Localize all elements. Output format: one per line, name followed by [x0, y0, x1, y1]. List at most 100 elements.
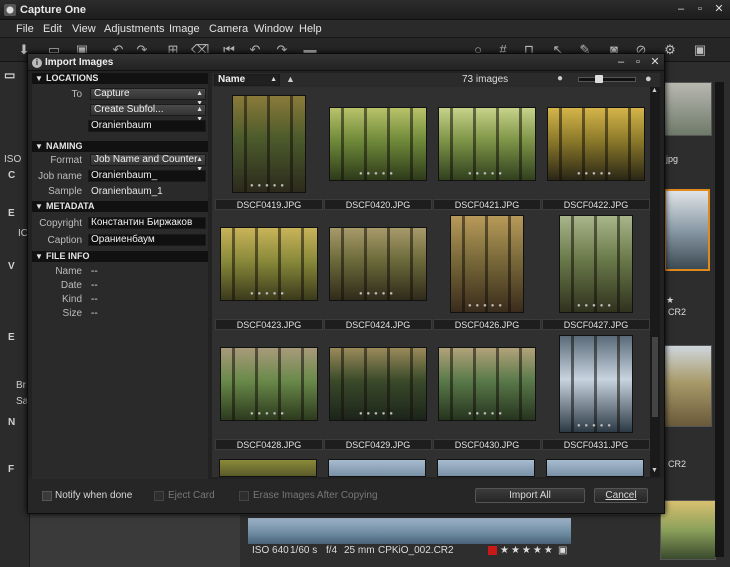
thumbnail-cell[interactable]: ●●●●● DSCF0426.JPG — [433, 211, 541, 331]
sort-select[interactable]: Name▲▼ — [214, 74, 280, 93]
thumbnail-cell[interactable]: ●●●●● DSCF0431.JPG — [542, 331, 650, 451]
rating-dots[interactable]: ●●●●● — [542, 423, 650, 429]
thumbnail-cell[interactable]: ●●●●● DSCF0424.JPG — [324, 211, 432, 331]
minimize-icon[interactable]: – — [674, 3, 688, 16]
copyright-field[interactable]: Константин Биржаков — [88, 217, 206, 229]
rating-dots[interactable]: ●●●●● — [324, 171, 432, 177]
sample-label: Sample — [48, 186, 82, 197]
thumbnail-cell[interactable]: ●●●●● DSCF0428.JPG — [215, 331, 323, 451]
menu-file[interactable]: File — [16, 23, 34, 35]
thumbnail-cell[interactable]: ●●●●● DSCF0422.JPG — [542, 91, 650, 211]
thumbnail-image[interactable] — [220, 347, 318, 421]
naming-format-select[interactable]: Job Name and Counter▲▼ — [90, 154, 206, 173]
color-tag[interactable] — [488, 546, 497, 555]
thumbnail-texture — [451, 216, 523, 312]
notify-checkbox[interactable] — [42, 491, 52, 501]
rating-dots[interactable]: ●●●●● — [433, 411, 541, 417]
thumbnail-cell[interactable]: ●●●●● DSCF0427.JPG — [542, 211, 650, 331]
rating-dots[interactable]: ●●●●● — [324, 411, 432, 417]
thumbnail-image[interactable] — [329, 227, 427, 301]
grid-scrollbar[interactable]: ▲ ▼ — [650, 87, 660, 477]
fileinfo-kind-value: -- — [91, 294, 98, 305]
erase-checkbox[interactable] — [239, 491, 249, 501]
filmstrip-thumb[interactable] — [664, 345, 712, 427]
thumbnail-image[interactable] — [438, 107, 536, 181]
info-icon[interactable]: ▣ — [558, 545, 567, 556]
thumbnail-image[interactable] — [450, 215, 524, 313]
bg-label-f: F — [8, 464, 15, 475]
rating-stars[interactable]: ★★★★★ — [500, 545, 555, 556]
rating-dots[interactable]: ●●●●● — [433, 171, 541, 177]
rating-dots[interactable]: ●●●●● — [215, 183, 323, 189]
menu-adjustments[interactable]: Adjustments — [104, 23, 165, 35]
thumbnail-cell[interactable]: ●●●●● DSCF0423.JPG — [215, 211, 323, 331]
thumbnail-image[interactable] — [329, 347, 427, 421]
menu-help[interactable]: Help — [299, 23, 322, 35]
jobname-label: Job name — [38, 171, 82, 182]
thumbnail-partial[interactable] — [546, 459, 644, 477]
camera-mode-icon[interactable]: ▣ — [692, 42, 708, 58]
bg-label-e2: E — [8, 332, 15, 343]
menu-camera[interactable]: Camera — [209, 23, 248, 35]
thumbnail-image[interactable] — [547, 107, 645, 181]
thumbnail-partial[interactable] — [437, 459, 535, 477]
library-folder-icon[interactable]: ▭ — [4, 68, 15, 82]
rating-dots[interactable]: ●●●●● — [215, 411, 323, 417]
section-metadata[interactable]: ▼ METADATA — [32, 201, 208, 212]
dialog-close-icon[interactable]: ✕ — [648, 56, 662, 69]
thumbnail-partial[interactable] — [219, 459, 317, 477]
user-small-icon: ● — [557, 73, 564, 84]
sort-direction-icon[interactable]: ▲ — [286, 74, 295, 84]
destination-select[interactable]: Capture▲▼ — [90, 88, 206, 107]
scrollbar-thumb[interactable] — [652, 337, 658, 417]
thumbnail-cell[interactable]: ●●●●● DSCF0429.JPG — [324, 331, 432, 451]
thumbnail-image[interactable] — [559, 335, 633, 433]
thumbnail-cell[interactable]: ●●●●● DSCF0430.JPG — [433, 331, 541, 451]
dialog-minimize-icon[interactable]: – — [614, 56, 628, 69]
eject-checkbox[interactable] — [154, 491, 164, 501]
section-locations[interactable]: ▼ LOCATIONS — [32, 73, 208, 84]
job-name-field[interactable]: Oranienbaum_ — [88, 170, 206, 182]
grid-header: Name▲▼ ▲ 73 images ● ● — [212, 73, 660, 93]
thumbnail-grid[interactable]: ●●●●● DSCF0419.JPG ●●●●● DSCF0420.JPG ●●●●● D… — [212, 87, 650, 477]
menu-edit[interactable]: Edit — [43, 23, 62, 35]
rating-dots[interactable]: ●●●●● — [433, 303, 541, 309]
thumbnail-image[interactable] — [329, 107, 427, 181]
scroll-down-icon[interactable]: ▼ — [651, 467, 658, 474]
thumbnail-image[interactable] — [438, 347, 536, 421]
rating-dots[interactable]: ●●●●● — [215, 291, 323, 297]
scroll-up-icon[interactable]: ▲ — [651, 87, 658, 94]
rating-dots[interactable]: ●●●●● — [542, 303, 650, 309]
slider-handle[interactable] — [595, 75, 603, 83]
thumbnail-cell[interactable]: ●●●●● DSCF0420.JPG — [324, 91, 432, 211]
close-icon[interactable]: ✕ — [712, 3, 726, 16]
section-naming[interactable]: ▼ NAMING — [32, 141, 208, 152]
thumbnail-size-slider[interactable] — [578, 75, 636, 83]
maximize-icon[interactable]: ▫ — [693, 3, 707, 16]
filmstrip-thumb[interactable] — [660, 500, 716, 560]
dialog-maximize-icon[interactable]: ▫ — [631, 56, 645, 69]
thumbnail-partial[interactable] — [328, 459, 426, 477]
filmstrip-thumb[interactable] — [664, 82, 712, 136]
caption-field[interactable]: Ораниенбаум — [88, 234, 206, 246]
rating-dots[interactable]: ●●●●● — [542, 171, 650, 177]
filmstrip-scrollbar[interactable] — [715, 82, 724, 557]
thumbnail-image[interactable] — [559, 215, 633, 313]
thumbnail-image[interactable] — [220, 227, 318, 301]
rating-dots[interactable]: ●●●●● — [324, 291, 432, 297]
menu-view[interactable]: View — [72, 23, 96, 35]
menu-image[interactable]: Image — [169, 23, 200, 35]
viewer-status-bar: ISO 640 1/60 s f/4 25 mm CPKiO_002.CR2 ★… — [248, 543, 578, 559]
subfolder-name-field[interactable]: Oranienbaum — [88, 120, 206, 132]
thumbnail-cell[interactable]: ●●●●● DSCF0419.JPG — [215, 91, 323, 211]
thumbnail-cell[interactable]: ●●●●● DSCF0421.JPG — [433, 91, 541, 211]
thumbnail-texture — [548, 108, 644, 180]
import-all-button[interactable]: Import All — [475, 488, 585, 503]
cancel-button[interactable]: Cancel — [594, 488, 648, 503]
section-file-info[interactable]: ▼ FILE INFO — [32, 251, 208, 262]
subfolder-select[interactable]: Create Subfol...▲▼ — [90, 104, 206, 123]
thumbnail-filename: DSCF0430.JPG — [433, 439, 541, 450]
thumbnail-image[interactable] — [232, 95, 306, 193]
menu-window[interactable]: Window — [254, 23, 293, 35]
filmstrip-thumb-selected[interactable] — [664, 189, 710, 271]
